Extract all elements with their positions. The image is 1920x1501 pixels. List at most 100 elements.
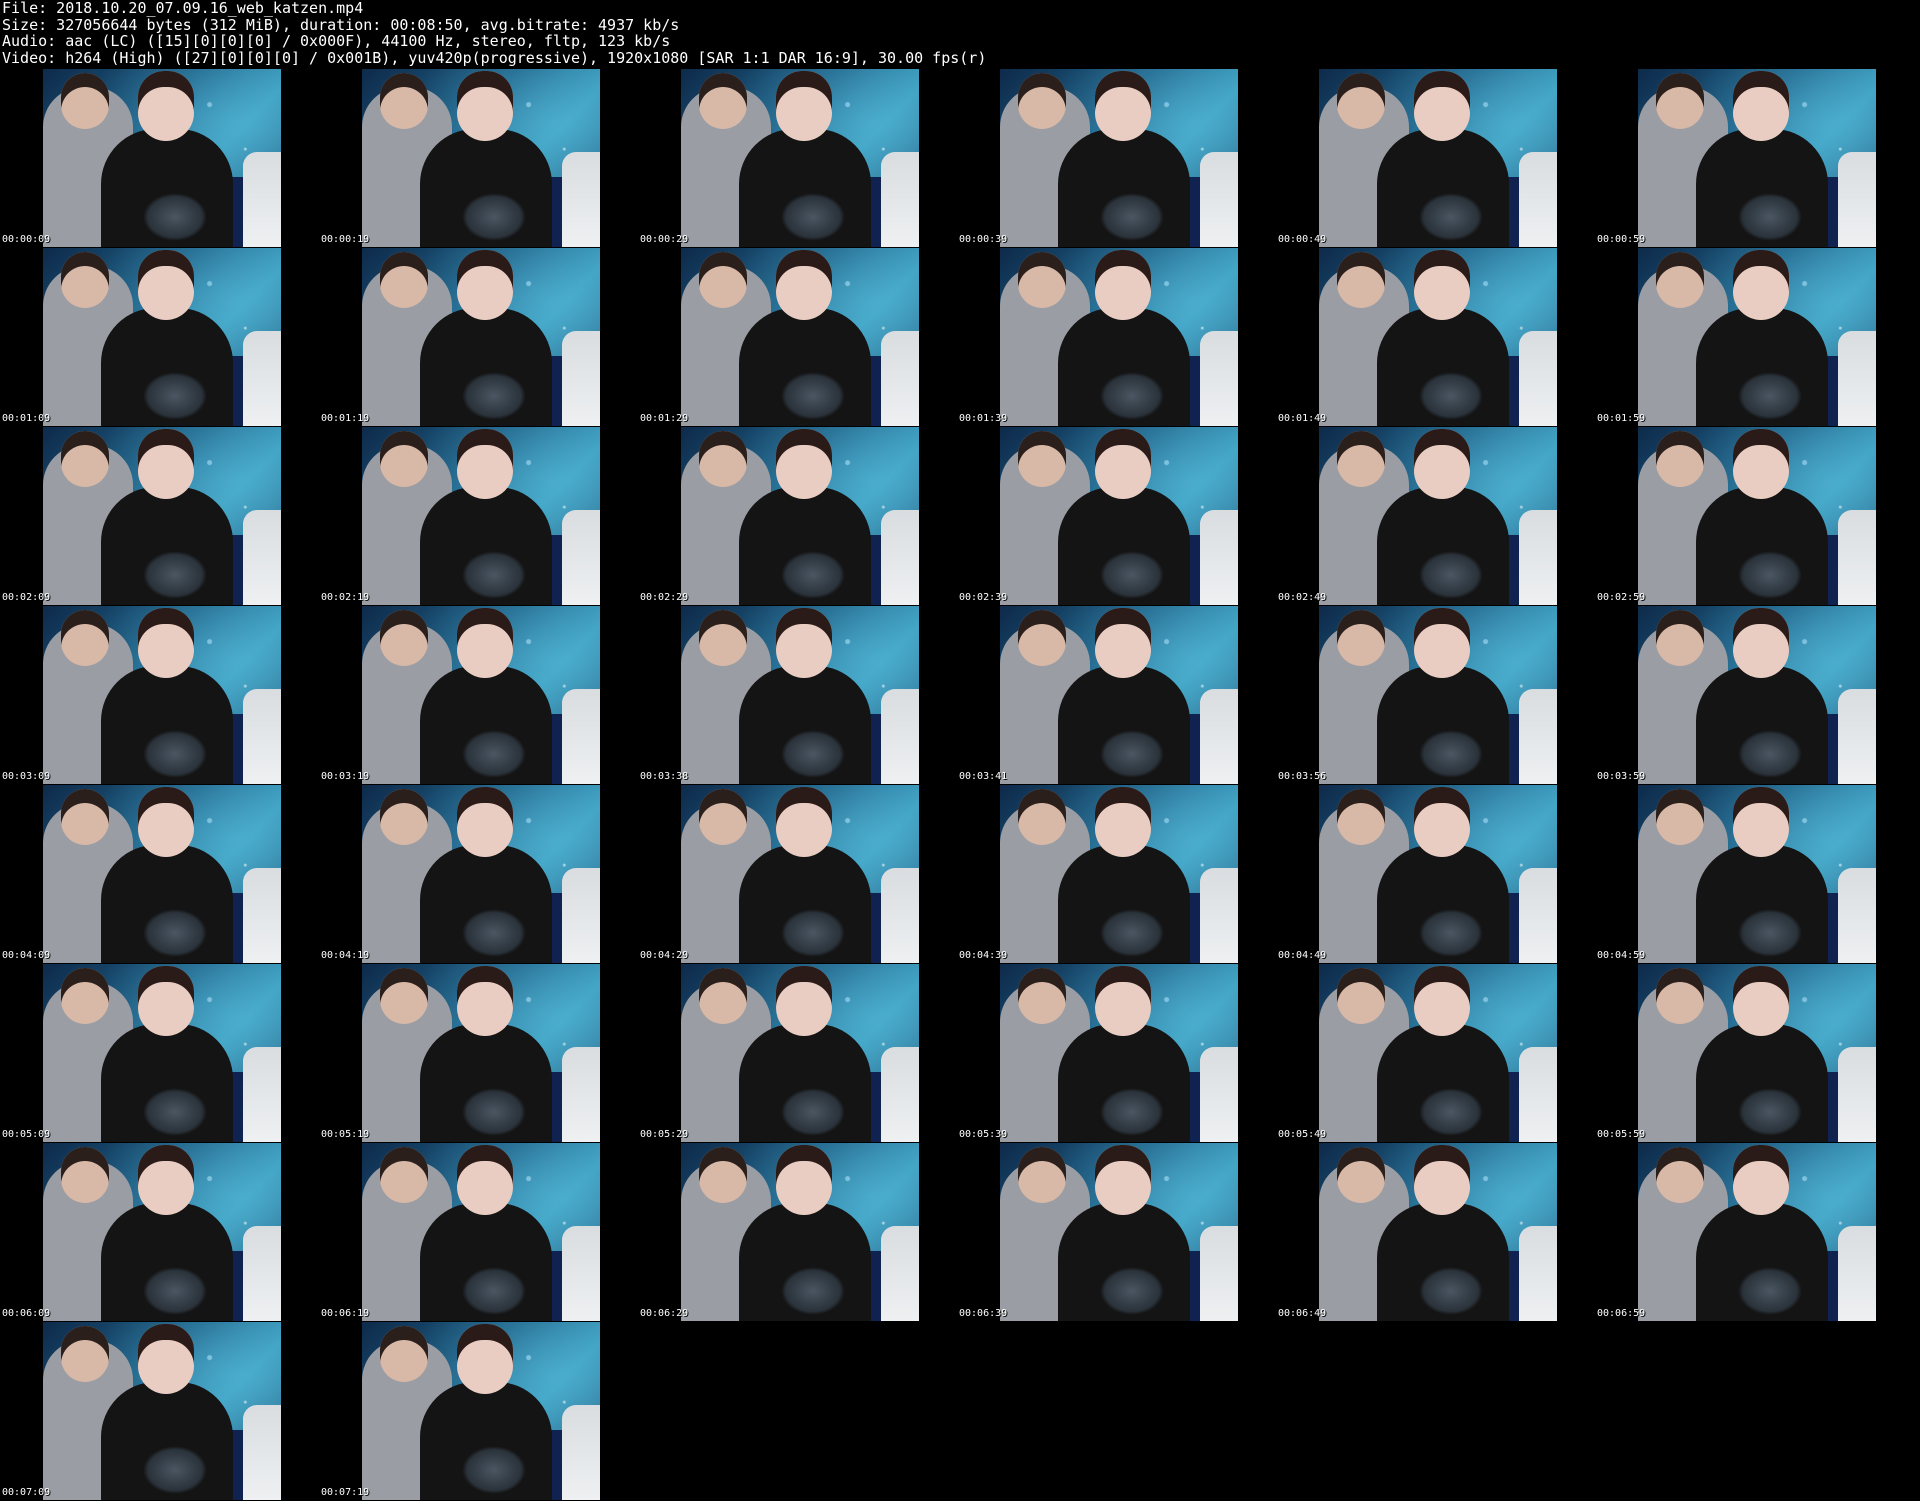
person-right-head [1095,1145,1151,1215]
person-left-head [1018,789,1066,845]
pillow [1838,689,1876,784]
pillow [243,1047,281,1142]
pillow [881,1047,919,1142]
frame-thumbnail [43,1143,281,1321]
frame-cell: 00:03:38 [638,605,957,784]
person-right-head [776,608,832,678]
pillow [1838,1047,1876,1142]
frame-timestamp: 00:05:29 [640,1129,689,1140]
person-right-head [776,1145,832,1215]
pillow [1200,1226,1238,1321]
frame-thumbnail [681,785,919,963]
frame-timestamp: 00:01:59 [1597,413,1646,424]
shirt-print [781,1267,845,1315]
person-right-head [1414,787,1470,857]
shirt-print [462,372,526,420]
frame-thumbnail [1638,427,1876,605]
frame-timestamp: 00:04:39 [959,950,1008,961]
person-left-head [1018,252,1066,308]
frame-cell: 00:06:49 [1276,1142,1595,1321]
pillow [243,510,281,605]
pillow [1519,868,1557,963]
frame-thumbnail [43,606,281,784]
person-right-head [457,966,513,1036]
frame-timestamp: 00:01:19 [321,413,370,424]
person-left-head [380,968,428,1024]
frame-cell: 00:00:09 [0,68,319,247]
pillow [562,1226,600,1321]
shirt-print [1419,193,1483,241]
person-right-head [776,250,832,320]
audio-info-line: Audio: aac (LC) ([15][0][0][0] / 0x000F)… [2,32,671,50]
frame-thumbnail [681,1143,919,1321]
frame-cell: 00:04:19 [319,784,638,963]
person-right-head [1733,608,1789,678]
frame-thumbnail [1000,427,1238,605]
person-left-head [61,610,109,666]
person-right-head [138,1324,194,1394]
person-right-head [1414,608,1470,678]
frame-cell: 00:04:59 [1595,784,1914,963]
frame-thumbnail [1638,964,1876,1142]
frame-thumbnail [362,1322,600,1500]
person-right-head [1733,71,1789,141]
pillow [1519,331,1557,426]
frame-timestamp: 00:05:09 [2,1129,51,1140]
person-left-head [1337,968,1385,1024]
shirt-print [1419,551,1483,599]
shirt-print [1100,1267,1164,1315]
frame-timestamp: 00:04:29 [640,950,689,961]
pillow [1200,331,1238,426]
shirt-print [1419,909,1483,957]
frame-thumbnail [43,785,281,963]
frame-thumbnail [1000,964,1238,1142]
frame-cell: 00:01:09 [0,247,319,426]
frame-cell: 00:03:59 [1595,605,1914,784]
frame-thumbnail [362,1143,600,1321]
frame-thumbnail [1000,248,1238,426]
pillow [1519,152,1557,247]
person-left-head [699,789,747,845]
person-right-head [1414,429,1470,499]
shirt-print [781,1088,845,1136]
pillow [1519,1047,1557,1142]
frame-cell: 00:02:59 [1595,426,1914,605]
frame-timestamp: 00:00:19 [321,234,370,245]
pillow [243,689,281,784]
pillow [1838,1226,1876,1321]
frame-thumbnail [681,427,919,605]
frame-thumbnail [362,964,600,1142]
frame-cell: 00:02:39 [957,426,1276,605]
video-info-line: Video: h264 (High) ([27][0][0][0] / 0x00… [2,48,987,67]
person-left-head [699,73,747,129]
frame-thumbnail [1319,785,1557,963]
pillow [881,510,919,605]
shirt-print [1738,1088,1802,1136]
person-left-head [61,431,109,487]
frame-thumbnail [1000,1143,1238,1321]
person-left-head [1337,610,1385,666]
frame-thumbnail [1000,69,1238,247]
pillow [1200,1047,1238,1142]
shirt-print [1738,730,1802,778]
shirt-print [462,1267,526,1315]
person-left-head [1018,968,1066,1024]
person-right-head [457,71,513,141]
shirt-print [1738,551,1802,599]
frame-timestamp: 00:07:09 [2,1487,51,1498]
person-left-head [699,610,747,666]
person-left-head [1656,73,1704,129]
person-left-head [61,1147,109,1203]
frame-timestamp: 00:05:19 [321,1129,370,1140]
pillow [1519,689,1557,784]
pillow [1200,689,1238,784]
shirt-print [1419,372,1483,420]
person-right-head [1414,71,1470,141]
file-info-header: File: 2018.10.20_07.09.16_web_katzen.mp4… [2,0,1902,66]
frame-cell: 00:05:39 [957,963,1276,1142]
frame-thumbnail [1638,69,1876,247]
person-right-head [1095,787,1151,857]
person-right-head [1095,71,1151,141]
shirt-print [781,730,845,778]
shirt-print [462,909,526,957]
